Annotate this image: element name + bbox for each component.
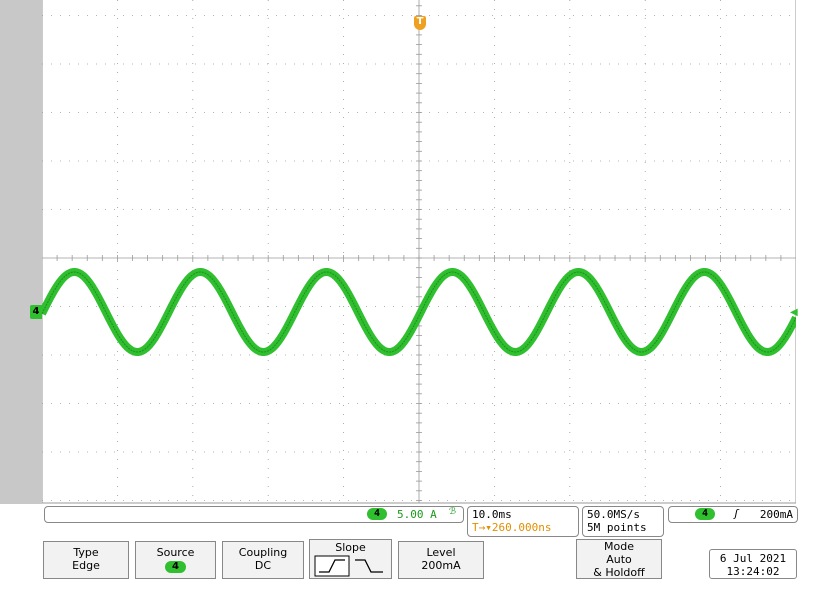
falling-slope-icon[interactable] (354, 559, 383, 573)
trigger-level-readout: 200mA (759, 508, 793, 521)
date-time: 6 Jul 2021 13:24:02 (709, 549, 797, 579)
channel-4-ground-marker[interactable]: 4 (30, 305, 42, 319)
source-badge: 4 (165, 561, 186, 573)
graticule (42, 0, 796, 504)
timebase-readout[interactable]: 10.0ms T→▾260.000ns (467, 506, 579, 537)
source-button[interactable]: Source 4 (135, 541, 216, 579)
trigger-level-arrow-icon: ◀ (790, 307, 798, 318)
mode-title: Mode (604, 540, 634, 553)
mode-value: Auto (606, 553, 632, 566)
left-bezel (0, 0, 42, 504)
mode-holdoff-button[interactable]: Mode Auto & Holdoff (576, 539, 662, 579)
slope-title: Slope (335, 541, 366, 554)
acquisition-readout[interactable]: 50.0MS/s 5M points (582, 506, 664, 537)
coupling-value: DC (254, 559, 272, 572)
trigger-source-badge: 4 (695, 508, 716, 520)
channel-4-badge: 4 (367, 508, 388, 520)
record-length: 5M points (587, 521, 647, 534)
source-title: Source (156, 546, 195, 559)
channel-4-readout[interactable]: 4 5.00 A ℬ (44, 506, 464, 523)
bandwidth-limit-icon: ℬ (449, 507, 457, 517)
timebase: 10.0ms (472, 508, 512, 521)
holdoff-label: & Holdoff (593, 566, 645, 579)
rising-edge-icon: ʃ (733, 507, 740, 520)
slope-button[interactable]: Slope (309, 539, 392, 579)
vertical-scale: 5.00 A (397, 508, 437, 521)
level-title: Level (426, 546, 456, 559)
trigger-readout[interactable]: 4 ʃ 200mA (668, 506, 798, 523)
level-button[interactable]: Level 200mA (398, 541, 484, 579)
date: 6 Jul 2021 (719, 552, 787, 565)
type-button[interactable]: Type Edge (43, 541, 129, 579)
sample-rate: 50.0MS/s (587, 508, 640, 521)
level-value: 200mA (421, 559, 461, 572)
type-value: Edge (72, 559, 100, 572)
type-title: Type (73, 546, 99, 559)
coupling-button[interactable]: Coupling DC (222, 541, 304, 579)
time: 13:24:02 (726, 565, 780, 578)
trigger-position-marker[interactable]: T (414, 16, 426, 30)
trigger-offset: 260.000ns (491, 521, 552, 534)
coupling-title: Coupling (238, 546, 288, 559)
trigger-offset-icon: T→▾ (472, 521, 492, 534)
